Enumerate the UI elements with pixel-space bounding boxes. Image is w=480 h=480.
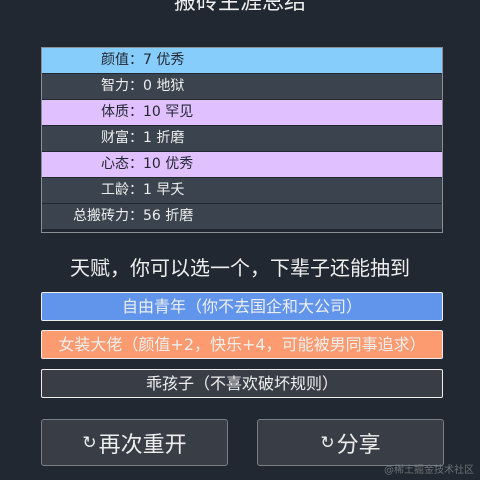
stat-value: 1 折磨 bbox=[143, 130, 185, 146]
stat-value: 10 优秀 bbox=[143, 156, 194, 172]
stat-label: 体质 bbox=[101, 104, 129, 120]
share-label: 分享 bbox=[336, 432, 381, 458]
talent-prompt: 天赋，你可以选一个，下辈子还能抽到 bbox=[70, 256, 410, 280]
stat-value: 10 罕见 bbox=[143, 104, 194, 120]
stat-value: 0 地狱 bbox=[143, 78, 185, 94]
stat-row-mentality: 心态：10 优秀 bbox=[42, 152, 442, 177]
refresh-icon: ↻ bbox=[320, 432, 335, 453]
watermark: @稀土掘金技术社区 bbox=[384, 465, 474, 476]
stat-label: 心态 bbox=[101, 156, 129, 172]
stat-row-appearance: 颜值：7 优秀 bbox=[42, 48, 442, 73]
stats-panel: 颜值：7 优秀 智力：0 地狱 体质：10 罕见 财富：1 折磨 心态：10 优… bbox=[41, 47, 443, 233]
restart-button[interactable]: ↻ 再次重开 bbox=[41, 419, 228, 466]
stat-row-seniority: 工龄：1 早夭 bbox=[42, 178, 442, 203]
restart-label: 再次重开 bbox=[98, 432, 187, 458]
stat-row-total: 总搬砖力：56 折磨 bbox=[42, 204, 442, 229]
stat-value: 56 折磨 bbox=[143, 208, 194, 224]
stat-row-constitution: 体质：10 罕见 bbox=[42, 100, 442, 125]
talent-option-free-youth[interactable]: 自由青年（你不去国企和大公司） bbox=[41, 292, 443, 321]
stat-value: 7 优秀 bbox=[143, 52, 185, 68]
stat-row-wealth: 财富：1 折磨 bbox=[42, 126, 442, 151]
talent-option-good-kid[interactable]: 乖孩子（不喜欢破坏规则） bbox=[41, 369, 443, 398]
page-title: 搬砖生涯总结 bbox=[173, 0, 306, 15]
stat-label: 工龄 bbox=[101, 182, 129, 198]
stat-row-intelligence: 智力：0 地狱 bbox=[42, 74, 442, 99]
stat-label: 财富 bbox=[101, 130, 129, 146]
share-button[interactable]: ↻ 分享 bbox=[257, 419, 444, 466]
stat-label: 颜值 bbox=[101, 52, 129, 68]
refresh-icon: ↻ bbox=[82, 432, 97, 453]
stat-label: 智力 bbox=[101, 78, 129, 94]
talent-option-crossdresser[interactable]: 女装大佬（颜值+2，快乐+4，可能被男同事追求） bbox=[41, 330, 443, 359]
stat-label: 总搬砖力 bbox=[73, 208, 129, 224]
stat-value: 1 早夭 bbox=[143, 182, 185, 198]
